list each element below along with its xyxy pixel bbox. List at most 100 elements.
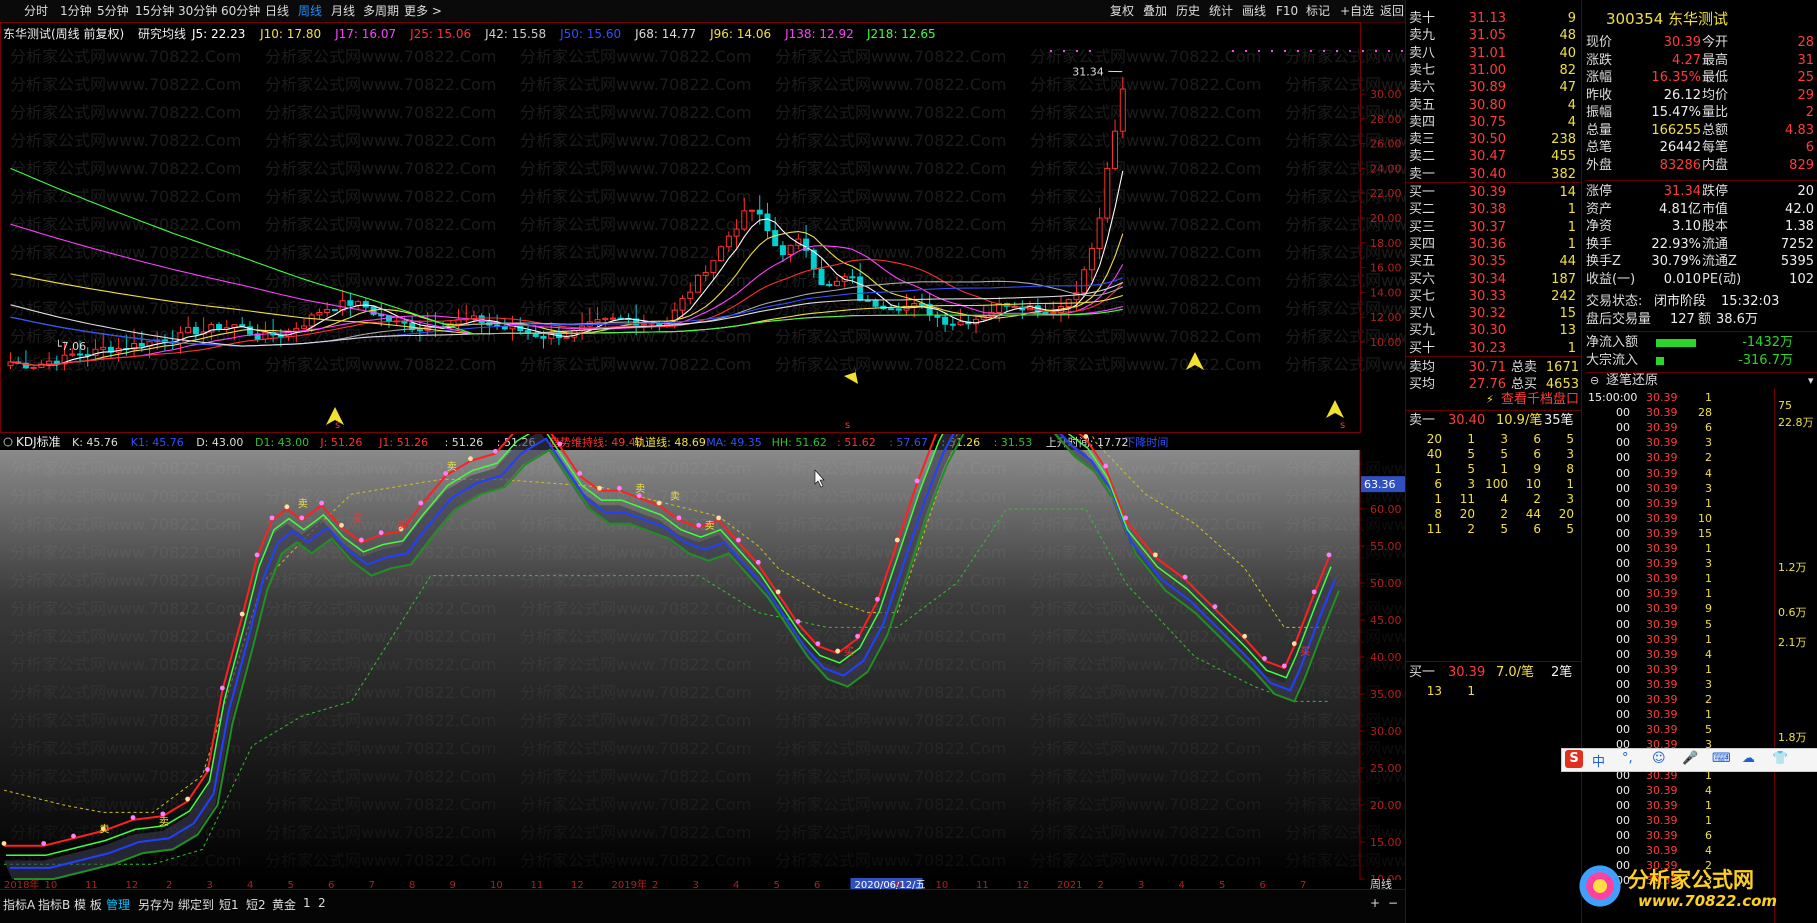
watermark-text: 分析家公式网www.70822.Com — [10, 75, 241, 94]
zoom-minus-icon[interactable]: − — [1388, 896, 1398, 910]
candle — [602, 317, 609, 321]
kdj-dot — [835, 648, 841, 654]
price-chart[interactable]: 分析家公式网www.70822.Com 分析家公式网www.70822.Com 分析… — [0, 22, 1516, 433]
ime-tool-icon-0[interactable]: 中 — [1592, 751, 1605, 770]
ime-tool-icon-3[interactable]: 🎤 — [1682, 751, 1698, 766]
ime-tool-icon-1[interactable]: °, — [1622, 751, 1633, 766]
ime-tool-icon-6[interactable]: 👕 — [1772, 751, 1788, 766]
kdj-indicator-chart[interactable]: 分析家公式网www.70822.Com 分析家公式网www.70822.Com 分析… — [0, 343, 1516, 891]
period-tab-3[interactable]: 15分钟 — [133, 3, 176, 19]
indicator-tab-1[interactable]: 指标B — [38, 896, 70, 913]
x-axis-label: 8 — [409, 880, 415, 889]
ma-value-7: J96: 14.06 — [709, 27, 771, 41]
ask-volume: 48 — [1559, 28, 1576, 44]
indicator-tab-9[interactable]: 1 — [303, 896, 311, 910]
depth-link[interactable]: 查看千档盘口 — [1501, 391, 1579, 409]
kdj-chart-svg[interactable]: 分析家公式网www.70822.Com 分析家公式网www.70822.Com 分析… — [0, 343, 1516, 891]
ime-toolbar[interactable]: S 中 °, ☺ 🎤 ⌨ ☁ 👕 — [1561, 748, 1817, 772]
ime-tool-icon-4[interactable]: ⌨ — [1712, 751, 1731, 766]
indicator-tab-4[interactable]: 另存为 — [138, 896, 174, 913]
price-chart-svg[interactable]: 分析家公式网www.70822.Com 分析家公式网www.70822.Com 分析… — [0, 22, 1516, 433]
kdj-dot — [736, 537, 741, 543]
ask-volume: 9 — [1567, 11, 1576, 26]
period-tab-9[interactable]: 多周期 — [361, 3, 401, 19]
kdj-dot — [855, 633, 860, 639]
price-axis-tick: 16.00 — [1370, 262, 1402, 275]
period-tab-7[interactable]: 周线 — [296, 3, 324, 19]
x-axis-label: 6 — [814, 880, 820, 889]
indicator-tab-0[interactable]: 指标A — [3, 896, 35, 913]
field-value: 26442 — [1659, 140, 1701, 155]
tick-time: 00 — [1616, 828, 1630, 842]
indicator-tab-2[interactable]: 模 板 — [74, 896, 102, 913]
tick-time: 00 — [1616, 647, 1630, 661]
field-value: 28 — [1797, 35, 1814, 50]
toolbar-btn-4[interactable]: 画线 — [1242, 3, 1266, 19]
bulk-inflow-value: -316.7万 — [1738, 353, 1793, 368]
x-axis-label: 10 — [936, 880, 949, 889]
tick-volume: 1 — [1705, 496, 1712, 510]
ime-tool-icon-5[interactable]: ☁ — [1742, 751, 1755, 766]
period-tab-0[interactable]: 分时 — [22, 3, 50, 19]
tick-time: 00 — [1616, 496, 1630, 510]
indicator-tab-8[interactable]: 黄金 — [272, 896, 296, 913]
period-tab-10[interactable]: 更多 > — [402, 3, 444, 19]
period-tab-5[interactable]: 60分钟 — [219, 3, 262, 19]
period-tab-4[interactable]: 30分钟 — [176, 3, 219, 19]
indicator-tab-7[interactable]: 短2 — [246, 896, 266, 913]
candle — [857, 276, 864, 301]
indicator-tab-3[interactable]: 管理 — [106, 896, 130, 913]
indicator-value-2: D: 43.00 — [196, 436, 243, 449]
indicator-tab-5[interactable]: 绑定到 — [178, 896, 214, 913]
ma-value-5: J50: 15.60 — [559, 27, 621, 41]
top-dot — [1258, 50, 1260, 52]
watermark-text: 分析家公式网www.70822.Com — [1285, 851, 1405, 870]
ticks-dropdown-icon[interactable]: ▾ — [1808, 372, 1814, 390]
toolbar-btn-5[interactable]: F10 — [1276, 3, 1298, 19]
toolbar-btn-6[interactable]: 标记 — [1306, 3, 1330, 19]
indicator-name: KDJ标准 — [16, 435, 61, 449]
indicator-tab-10[interactable]: 2 — [318, 896, 326, 910]
toolbar-btn-0[interactable]: 复权 — [1110, 3, 1134, 19]
depth-sell-cell: 5 — [1566, 522, 1574, 536]
ime-tool-icon-2[interactable]: ☺ — [1652, 751, 1666, 766]
watermark-text: 分析家公式网www.70822.Com — [265, 187, 496, 206]
period-tab-6[interactable]: 日线 — [263, 3, 291, 19]
watermark-text: 分析家公式网www.70822.Com — [520, 795, 751, 814]
candle — [478, 315, 485, 324]
watermark-text: 分析家公式网www.70822.Com — [10, 571, 241, 590]
field-value: 1.38 — [1785, 219, 1814, 234]
buy-signal-label: 买 — [844, 646, 854, 658]
tick-price: 30.39 — [1646, 572, 1678, 586]
field-value: 6 — [1805, 140, 1814, 155]
tick-price: 30.39 — [1646, 693, 1678, 706]
period-tab-8[interactable]: 月线 — [329, 3, 357, 19]
ticks-collapse-icon[interactable]: ⊖ — [1590, 372, 1599, 390]
toolbar-btn-1[interactable]: 叠加 — [1143, 3, 1167, 19]
kdj-axis-tick: 25.00 — [1370, 762, 1402, 775]
toolbar-btn-3[interactable]: 统计 — [1209, 3, 1233, 19]
field-label: 每笔 — [1702, 140, 1729, 155]
watermark-text: 分析家公式网www.70822.Com — [10, 627, 241, 646]
trade-time: 15:32:03 — [1721, 294, 1780, 309]
toolbar-btn-2[interactable]: 历史 — [1176, 3, 1200, 19]
kdj-axis-tick: 50.00 — [1370, 577, 1402, 590]
field-value: 2 — [1805, 105, 1814, 120]
toolbar-btn-7[interactable]: +自选 — [1340, 3, 1374, 19]
field-value: 4.83 — [1785, 122, 1814, 138]
watermark-text: 分析家公式网www.70822.Com — [1030, 711, 1261, 730]
tick-volume: 4 — [1705, 844, 1712, 857]
period-tab-2[interactable]: 5分钟 — [95, 3, 131, 19]
watermark-text: 分析家公式网www.70822.Com — [1030, 215, 1261, 234]
bid-level-label: 买六 — [1409, 271, 1436, 287]
indicator-tab-6[interactable]: 短1 — [219, 896, 239, 913]
tick-time: 00 — [1616, 662, 1630, 676]
toolbar-btn-8[interactable]: 返回 — [1380, 3, 1404, 19]
period-tab-1[interactable]: 1分钟 — [58, 3, 94, 19]
sell-signal-label: 卖 — [635, 483, 645, 495]
kdj-dot — [284, 504, 290, 510]
tick-volume: 5 — [1705, 723, 1712, 737]
lightning-icon: ⚡ — [1486, 393, 1494, 406]
tick-price: 30.39 — [1646, 662, 1678, 676]
zoom-plus-icon[interactable]: + — [1370, 896, 1380, 910]
